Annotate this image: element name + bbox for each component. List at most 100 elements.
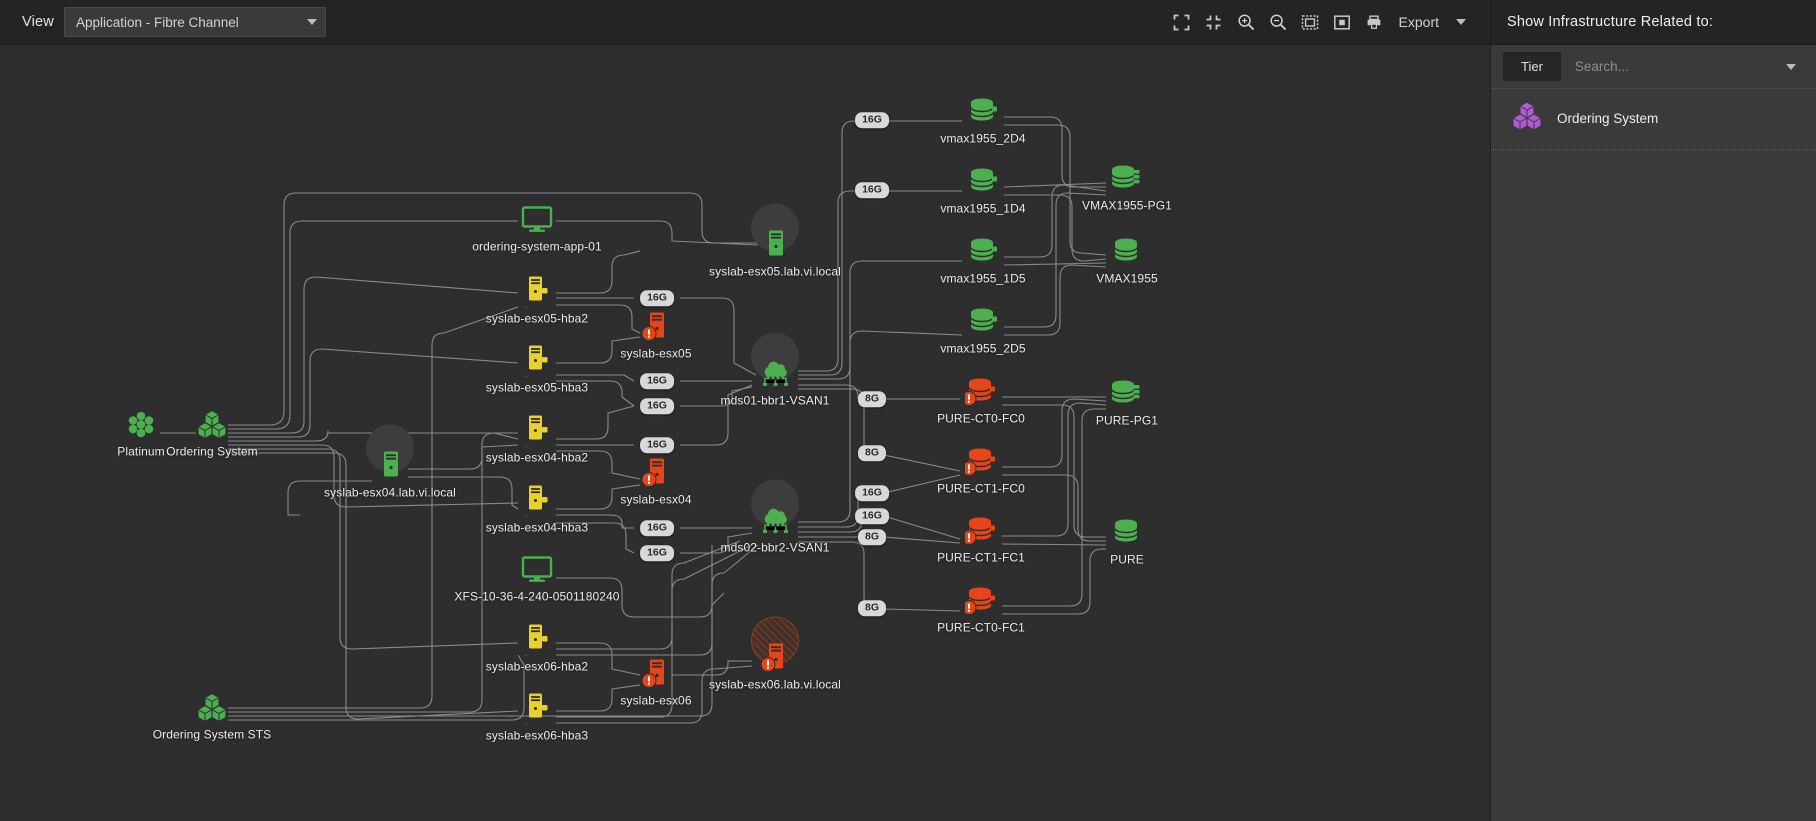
search-chevron-down-icon[interactable] [1786,63,1796,70]
export-chevron-down-icon [1456,19,1466,25]
link-speed-badge[interactable]: 16G [640,437,674,453]
link-speed-badge[interactable]: 8G [857,445,887,461]
fit-selection-icon[interactable] [1329,9,1355,35]
search-input[interactable] [1572,58,1778,75]
graph-node-esx04-host[interactable]: syslab-esx04.lab.vi.local [290,424,490,500]
portgroup-icon [1110,162,1144,196]
graph-node-xfs[interactable]: XFS-10-36-4-240-0501180240 [437,553,637,604]
node-label: Ordering System STS [152,727,272,742]
search-box[interactable] [1560,52,1804,81]
graph-node-mds01[interactable]: mds01-bbr1-VSAN1 [675,332,875,408]
node-label: syslab-esx04.lab.vi.local [324,485,456,500]
node-label: PURE-CT1-FC0 [937,481,1025,496]
infrastructure-panel: Show Infrastructure Related to: Tier Ord… [1490,0,1816,821]
node-label: VMAX1955-PG1 [1082,198,1172,213]
zoom-in-icon[interactable] [1233,9,1259,35]
switch-icon [759,357,791,391]
graph-node-esx06-host[interactable]: syslab-esx06.lab.vi.local [675,616,875,692]
link-speed-badge[interactable]: 16G [855,182,889,198]
tier-tab[interactable]: Tier [1503,52,1561,81]
node-label: syslab-esx05-hba3 [485,380,589,395]
hba-icon [520,344,554,378]
node-label: VMAX1955 [1096,271,1158,286]
infrastructure-panel-header: Show Infrastructure Related to: [1491,0,1816,45]
port-icon [967,235,999,269]
node-label: mds01-bbr1-VSAN1 [720,393,830,408]
server-icon [642,456,670,490]
topology-canvas[interactable]: Platinum Ordering System Ordering System S… [0,45,1490,821]
graph-node-pure-pg1[interactable]: PURE-PG1 [1027,377,1227,428]
node-label: vmax1955_1D5 [940,271,1026,286]
server-icon [376,449,404,483]
graph-node-vmax-2d4[interactable]: vmax1955_2D4 [883,95,1083,146]
zoom-out-icon[interactable] [1265,9,1291,35]
hba-icon [520,275,554,309]
port-icon [967,95,999,129]
node-label: PURE-PG1 [1095,413,1159,428]
infrastructure-list-item[interactable]: Ordering System [1491,89,1816,150]
graph-node-pure-ct1-fc0[interactable]: PURE-CT1-FC0 [881,445,1081,496]
link-speed-badge[interactable]: 16G [640,545,674,561]
fit-to-window-icon[interactable] [1297,9,1323,35]
node-label: XFS-10-36-4-240-0501180240 [454,589,620,604]
graph-node-vmax-2d5[interactable]: vmax1955_2D5 [883,305,1083,356]
node-label: syslab-esx04-hba3 [485,520,589,535]
node-label: Ordering System [166,444,258,459]
graph-edge [798,190,862,372]
node-label: vmax1955_1D4 [940,201,1026,216]
link-speed-badge[interactable]: 16G [855,485,889,501]
cubes-icon [196,408,228,442]
node-label: vmax1955_2D4 [940,131,1026,146]
graph-node-mds02[interactable]: mds02-bbr2-VSAN1 [675,479,875,555]
graph-node-esx05[interactable]: syslab-esx05 [556,310,756,361]
hba-icon [520,484,554,518]
link-speed-badge[interactable]: 8G [857,529,887,545]
fullscreen-expand-icon[interactable] [1169,9,1195,35]
portgroup-icon [1110,377,1144,411]
node-label: PURE-CT0-FC0 [937,411,1025,426]
view-label: View [22,14,54,30]
link-speed-badge[interactable]: 16G [640,520,674,536]
graph-node-esx04[interactable]: syslab-esx04 [556,456,756,507]
view-select[interactable]: Application - Fibre Channel [63,7,326,37]
node-label: syslab-esx06-hba3 [485,728,589,743]
cubes-icon [1511,101,1543,136]
cubes-icon [196,691,228,725]
node-label: syslab-esx06.lab.vi.local [709,677,841,692]
topology-app: View Application - Fibre Channel Export … [0,0,1816,821]
view-select-value: Application - Fibre Channel [75,14,239,30]
infrastructure-panel-title: Show Infrastructure Related to: [1507,14,1714,30]
node-label: syslab-esx06 [620,693,692,708]
export-button[interactable]: Export [1399,14,1466,30]
fullscreen-collapse-icon[interactable] [1201,9,1227,35]
graph-node-vmax-pg1[interactable]: VMAX1955-PG1 [1027,162,1227,213]
graph-node-vmax1955[interactable]: VMAX1955 [1027,235,1227,286]
port-icon [965,584,997,618]
server-icon [761,228,789,262]
link-speed-badge[interactable]: 16G [640,290,674,306]
graph-node-app-01[interactable]: ordering-system-app-01 [437,203,637,254]
infrastructure-item-label: Ordering System [1557,111,1659,126]
graph-node-pure-ct0-fc1[interactable]: PURE-CT0-FC1 [881,584,1081,635]
port-icon [967,305,999,339]
link-speed-badge[interactable]: 16G [640,373,674,389]
toolbar-actions: Export [1169,9,1480,35]
graph-node-esx05-host[interactable]: syslab-esx05.lab.vi.local [675,203,875,279]
link-speed-badge[interactable]: 8G [857,600,887,616]
hba-icon [520,692,554,726]
node-label: PURE-CT1-FC1 [937,550,1025,565]
graph-node-ordering-system[interactable]: Ordering System [112,408,312,459]
hba-icon [520,414,554,448]
link-speed-badge[interactable]: 8G [857,391,887,407]
link-speed-badge[interactable]: 16G [855,508,889,524]
hba-icon [520,623,554,657]
graph-node-ordering-sts[interactable]: Ordering System STS [112,691,312,742]
port-icon [965,375,997,409]
link-speed-badge[interactable]: 16G [855,112,889,128]
port-icon [965,445,997,479]
server-icon [642,310,670,344]
link-speed-badge[interactable]: 16G [640,398,674,414]
export-label: Export [1398,14,1439,30]
graph-node-pure[interactable]: PURE [1027,516,1227,567]
print-icon[interactable] [1361,9,1387,35]
